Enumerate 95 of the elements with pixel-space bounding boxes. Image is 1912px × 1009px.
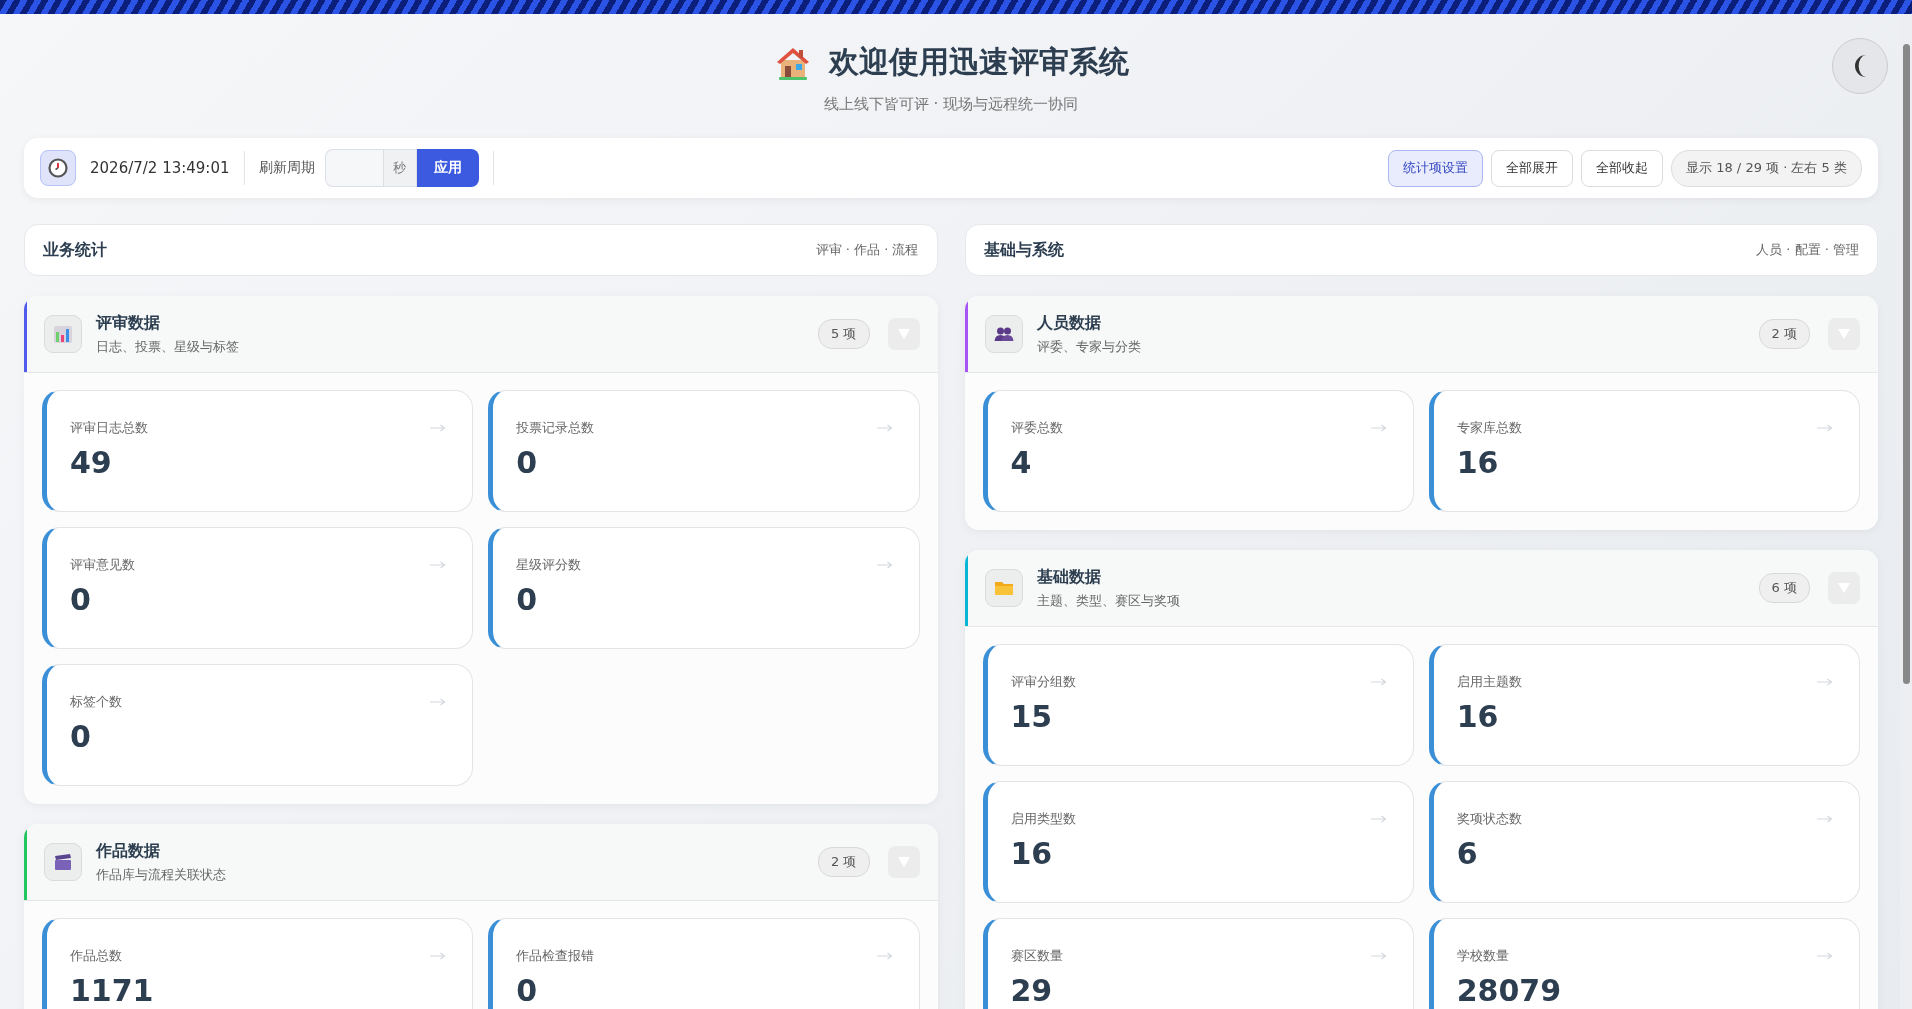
- page-subtitle: 线上线下皆可评 · 现场与远程统一协同: [822, 95, 1080, 114]
- group-title: 作品数据: [96, 840, 160, 862]
- section-hint: 评审 · 作品 · 流程: [815, 241, 919, 259]
- arrow-right-icon: [1370, 678, 1387, 686]
- stat-label: 学校数量: [1456, 947, 1509, 965]
- stat-card[interactable]: 评审日志总数 49: [42, 390, 474, 512]
- people-icon: [984, 315, 1023, 353]
- dark-mode-toggle[interactable]: [1832, 38, 1888, 94]
- stat-value: 28079: [1456, 973, 1562, 1008]
- stat-label: 赛区数量: [1010, 947, 1063, 965]
- group-title: 人员数据: [1036, 312, 1101, 334]
- stat-value: 4: [1010, 445, 1032, 480]
- arrow-right-icon: [1817, 678, 1833, 686]
- bar-chart-icon: [44, 315, 82, 353]
- stat-card[interactable]: 作品总数 1171: [42, 918, 474, 1009]
- stat-value: 0: [516, 973, 538, 1008]
- arrow-right-icon: [1370, 815, 1387, 823]
- toolbar-button[interactable]: 统计项设置: [1388, 149, 1484, 187]
- scrollbar-thumb[interactable]: [1903, 44, 1910, 684]
- arrow-right-icon: [1370, 424, 1387, 432]
- stat-card[interactable]: 星级评分数 0: [488, 527, 920, 649]
- group-subtitle: 评委、专家与分类: [1036, 337, 1141, 356]
- stat-label: 标签个数: [70, 693, 122, 711]
- arrow-right-icon: [1817, 952, 1833, 960]
- stat-label: 奖项状态数: [1456, 810, 1522, 828]
- arrow-right-icon: [876, 561, 893, 569]
- arrow-right-icon: [430, 952, 447, 960]
- stat-label: 专家库总数: [1456, 419, 1522, 437]
- stat-value: 0: [516, 445, 538, 480]
- stat-label: 作品检查报错: [516, 947, 595, 965]
- stat-card[interactable]: 评委总数 4: [982, 390, 1414, 512]
- item-count-badge: 6 项: [1758, 573, 1810, 603]
- stat-card[interactable]: 评审分组数 15: [982, 644, 1414, 766]
- group-subtitle: 作品库与流程关联状态: [96, 865, 226, 884]
- stat-value: 15: [1010, 699, 1053, 734]
- stat-value: 6: [1456, 836, 1478, 871]
- group-title: 评审数据: [96, 312, 160, 334]
- item-count-badge: 2 项: [818, 847, 870, 877]
- stat-label: 评审日志总数: [70, 419, 148, 437]
- stat-label: 作品总数: [70, 947, 122, 965]
- stat-card[interactable]: 启用主题数 16: [1428, 644, 1860, 766]
- stat-value: 1171: [70, 973, 154, 1008]
- group-subtitle: 主题、类型、赛区与奖项: [1036, 591, 1180, 610]
- group-subtitle: 日志、投票、星级与标签: [96, 337, 239, 356]
- group-title: 基础数据: [1036, 566, 1101, 588]
- arrow-right-icon: [430, 424, 447, 432]
- seconds-unit: 秒: [382, 149, 417, 187]
- stat-value: 0: [70, 582, 91, 617]
- toolbar-button[interactable]: 全部展开: [1491, 149, 1574, 187]
- stat-card[interactable]: 标签个数 0: [42, 664, 474, 786]
- arrow-right-icon: [430, 698, 447, 706]
- stat-label: 星级评分数: [516, 556, 582, 574]
- refresh-label: 刷新周期: [258, 159, 315, 177]
- stat-label: 投票记录总数: [516, 419, 595, 437]
- stat-value: 16: [1456, 699, 1499, 734]
- section-title: 业务统计: [43, 239, 107, 261]
- arrow-right-icon: [1817, 815, 1833, 823]
- page-title: 欢迎使用迅速评审系统: [829, 43, 1129, 81]
- stat-value: 49: [70, 445, 112, 480]
- arrow-right-icon: [876, 952, 893, 960]
- stat-card[interactable]: 评审意见数 0: [42, 527, 474, 649]
- section-hint: 人员 · 配置 · 管理: [1756, 241, 1859, 259]
- stat-card[interactable]: 投票记录总数 0: [488, 390, 920, 512]
- moon-icon: [1854, 55, 1866, 77]
- stat-label: 启用主题数: [1456, 673, 1522, 691]
- stat-value: 0: [516, 582, 538, 617]
- stat-label: 启用类型数: [1010, 810, 1076, 828]
- stat-label: 评委总数: [1010, 419, 1063, 437]
- stat-value: 16: [1010, 836, 1053, 871]
- summary-pill: 显示 18 / 29 项 · 左右 5 类: [1671, 149, 1862, 187]
- section-title: 基础与系统: [983, 239, 1064, 261]
- stat-label: 评审分组数: [1010, 673, 1076, 691]
- stat-value: 0: [70, 719, 91, 754]
- stat-card[interactable]: 作品检查报错 0: [488, 918, 920, 1009]
- refresh-interval-field[interactable]: [324, 149, 383, 187]
- stat-card[interactable]: 赛区数量 29: [982, 918, 1414, 1009]
- arrow-right-icon: [1817, 424, 1833, 432]
- item-count-badge: 2 项: [1758, 319, 1810, 349]
- stat-label: 评审意见数: [70, 556, 135, 574]
- arrow-right-icon: [876, 424, 893, 432]
- item-count-badge: 5 项: [818, 319, 870, 349]
- folder-icon: [984, 569, 1023, 607]
- clock-icon: [40, 150, 76, 186]
- stat-card[interactable]: 奖项状态数 6: [1428, 781, 1860, 903]
- stat-card[interactable]: 学校数量 28079: [1428, 918, 1860, 1009]
- clapperboard-icon: [44, 843, 82, 881]
- stat-value: 29: [1010, 973, 1053, 1008]
- current-datetime: 2026/7/2 13:49:01: [90, 159, 230, 177]
- arrow-right-icon: [430, 561, 447, 569]
- arrow-right-icon: [1370, 952, 1387, 960]
- stat-card[interactable]: 启用类型数 16: [982, 781, 1414, 903]
- stat-card[interactable]: 专家库总数 16: [1428, 390, 1860, 512]
- stat-value: 16: [1456, 445, 1499, 480]
- toolbar-button[interactable]: 全部收起: [1581, 149, 1664, 187]
- apply-button[interactable]: 应用: [416, 149, 479, 187]
